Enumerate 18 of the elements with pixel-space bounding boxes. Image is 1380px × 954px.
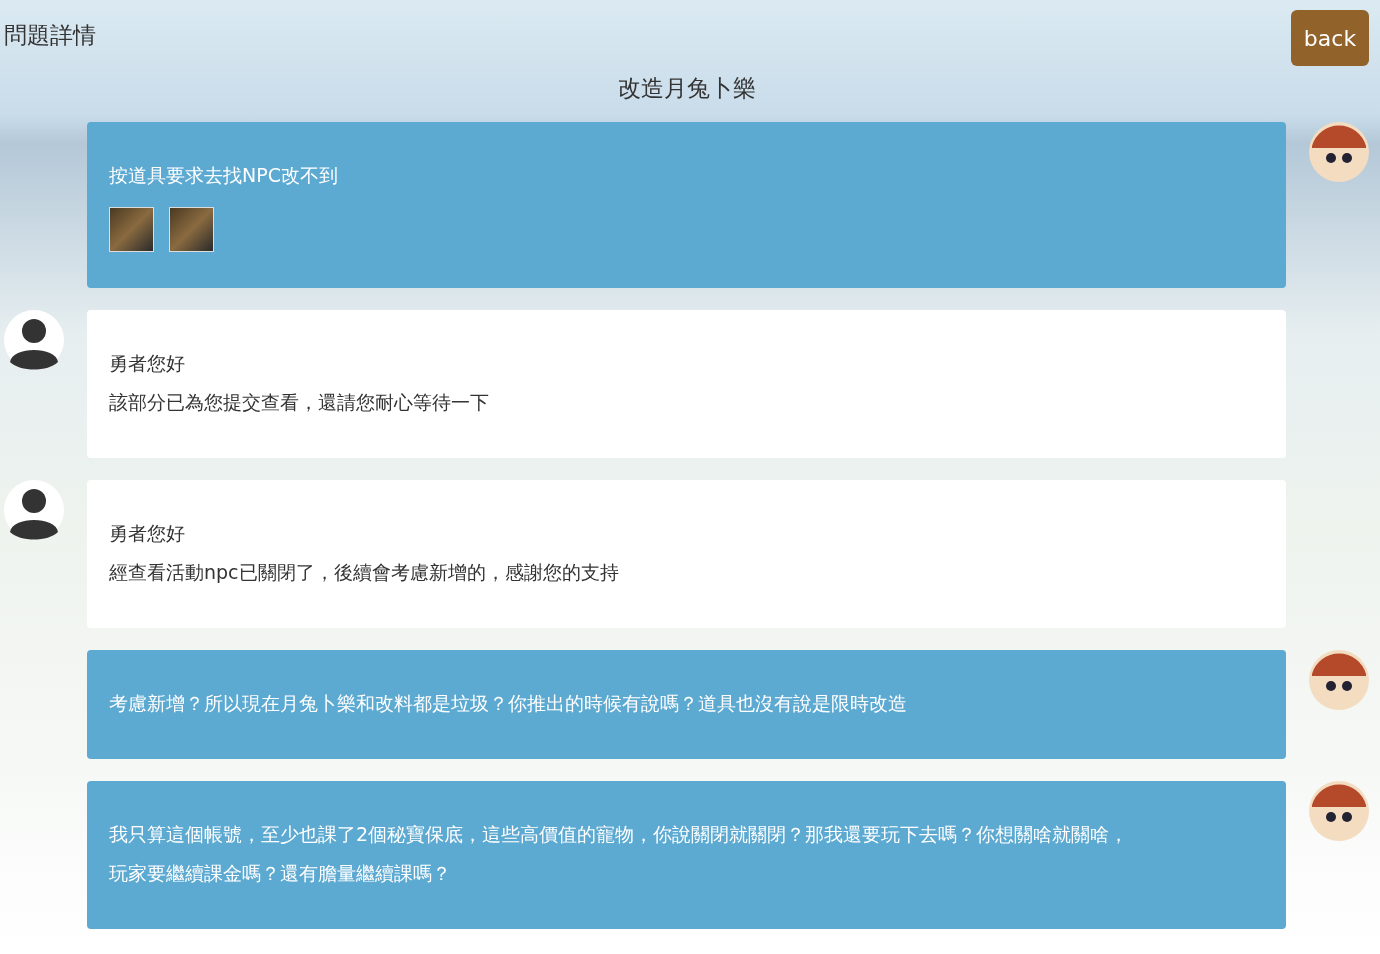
screenshot-thumbnail[interactable] (109, 207, 154, 252)
back-button[interactable]: back (1291, 10, 1369, 66)
message-text: 該部分已為您提交查看，還請您耐心等待一下 (109, 390, 490, 415)
message-text: 勇者您好 (109, 351, 186, 376)
message-text: 勇者您好 (109, 521, 186, 546)
issue-subject: 改造月兔卜樂 (616, 74, 757, 103)
message-text: 考慮新增？所以現在月兔卜樂和改料都是垃圾？你推出的時候有說嗎？道具也沒有說是限時改造 (109, 691, 908, 716)
message-text: 玩家要繼續課金嗎？還有膽量繼續課嗎？ (109, 861, 452, 886)
avatar-silhouette-icon (4, 310, 64, 370)
cartoon-avatar (1309, 122, 1369, 182)
cartoon-avatar (1309, 781, 1369, 841)
page-title: 問題詳情 (4, 21, 96, 50)
message-text: 經查看活動npc已關閉了，後續會考慮新增的，感謝您的支持 (109, 560, 620, 585)
avatar-silhouette-icon (4, 480, 64, 540)
cartoon-avatar (1309, 650, 1369, 710)
message-text: 我只算這個帳號，至少也課了2個秘寶保底，這些高價值的寵物，你說關閉就關閉？那我還要玩下去嗎？你想關啥就關啥， (109, 822, 1130, 847)
screenshot-thumbnail[interactable] (169, 207, 214, 252)
message-text: 按道具要求去找NPC改不到 (109, 163, 339, 188)
